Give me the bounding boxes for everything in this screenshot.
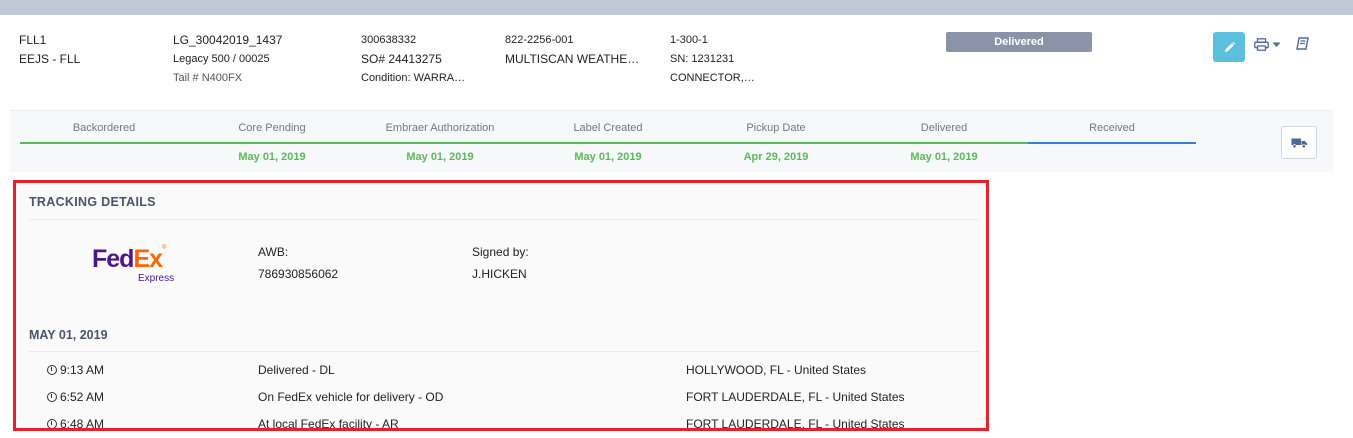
condition: Condition: WARRA…	[361, 72, 466, 84]
event-description: On FedEx vehicle for delivery - OD	[258, 390, 444, 404]
order-reference: LG_30042019_1437 Legacy 500 / 00025 Tail…	[173, 31, 282, 88]
po-number: 300638332	[361, 34, 417, 46]
order-part: 822-2256-001 MULTISCAN WEATHE…	[505, 31, 639, 69]
alt-description: CONNECTOR,…	[670, 72, 755, 84]
station-code: FLL1	[19, 33, 47, 47]
so-number: SO# 24413275	[361, 52, 442, 66]
step-label: Delivered	[920, 122, 968, 134]
step-label: Pickup Date	[746, 122, 806, 134]
event-time: 6:48 AM	[47, 417, 104, 428]
reference-number: LG_30042019_1437	[173, 33, 283, 47]
top-bar	[0, 0, 1353, 15]
tracking-event-row: 9:13 AM Delivered - DL HOLLYWOOD, FL - U…	[16, 363, 986, 389]
part-number: 822-2256-001	[505, 34, 574, 46]
book-button[interactable]	[1296, 37, 1309, 56]
event-location: HOLLYWOOD, FL - United States	[686, 363, 867, 377]
tail-number: Tail # N400FX	[173, 72, 243, 84]
signed-by-value: J.HICKEN	[472, 267, 527, 281]
step-line	[692, 142, 860, 144]
truck-icon	[1291, 138, 1307, 148]
event-location: FORT LAUDERDALE, FL - United States	[686, 390, 905, 404]
print-menu-button[interactable]	[1254, 38, 1281, 51]
order-station: FLL1 EEJS - FLL	[19, 31, 80, 69]
progress-step: Delivered May 01, 2019	[860, 111, 1028, 173]
step-line	[20, 142, 188, 144]
status-badge: Delivered	[946, 32, 1092, 52]
clock-icon	[47, 392, 57, 402]
step-line	[356, 142, 524, 144]
event-time: 6:52 AM	[47, 390, 104, 404]
event-location: FORT LAUDERDALE, FL - United States	[686, 417, 905, 431]
step-label: Embraer Authorization	[385, 122, 495, 134]
step-label: Backordered	[72, 122, 136, 134]
tracking-event-row: 6:48 AM At local FedEx facility - AR FOR…	[16, 417, 986, 431]
step-date: May 01, 2019	[406, 151, 474, 163]
event-description: Delivered - DL	[258, 363, 335, 377]
route: EEJS - FLL	[19, 52, 81, 66]
step-line	[860, 142, 1028, 144]
order-po: 300638332 SO# 24413275 Condition: WARRA…	[361, 31, 465, 88]
step-line	[524, 142, 692, 144]
alt-part-number: 1-300-1	[670, 34, 708, 46]
tracking-date-heading: MAY 01, 2019	[29, 328, 108, 342]
clock-icon	[47, 419, 57, 428]
progress-step: Embraer Authorization May 01, 2019	[356, 111, 524, 173]
step-date: Apr 29, 2019	[743, 151, 809, 163]
part-description: MULTISCAN WEATHE…	[505, 52, 640, 66]
event-time: 9:13 AM	[47, 363, 104, 377]
signed-by-label: Signed by:	[472, 245, 529, 259]
clock-icon	[47, 365, 57, 375]
order-progress-tracker: Backordered Core Pending May 01, 2019 Em…	[10, 110, 1333, 172]
divider	[29, 219, 979, 220]
progress-step: Core Pending May 01, 2019	[188, 111, 356, 173]
progress-step: Label Created May 01, 2019	[524, 111, 692, 173]
awb-label: AWB:	[258, 245, 289, 259]
tracking-title: TRACKING DETAILS	[29, 195, 156, 209]
step-label: Core Pending	[238, 122, 306, 134]
awb-number: 786930856062	[258, 267, 339, 281]
aircraft-model: Legacy 500 / 00025	[173, 53, 270, 65]
step-line	[188, 142, 356, 144]
serial-number: SN: 1231231	[670, 53, 735, 65]
step-date: May 01, 2019	[574, 151, 642, 163]
order-serial: 1-300-1 SN: 1231231 CONNECTOR,…	[670, 31, 755, 88]
step-label: Received	[1089, 122, 1135, 134]
pencil-icon	[1224, 41, 1235, 52]
caret-down-icon	[1272, 42, 1281, 47]
shipment-button[interactable]	[1281, 126, 1317, 159]
step-date: May 01, 2019	[910, 151, 978, 163]
tracking-event-row: 6:52 AM On FedEx vehicle for delivery - …	[16, 390, 986, 416]
divider	[29, 351, 979, 352]
edit-button[interactable]	[1213, 32, 1245, 62]
tracking-details-panel: TRACKING DETAILS FedEx® Express AWB: 786…	[13, 180, 989, 431]
event-description: At local FedEx facility - AR	[258, 417, 399, 431]
progress-step: Pickup Date Apr 29, 2019	[692, 111, 860, 173]
step-line	[1028, 142, 1196, 144]
order-row[interactable]: FLL1 EEJS - FLL LG_30042019_1437 Legacy …	[0, 15, 1353, 110]
printer-icon	[1254, 38, 1269, 51]
progress-step: Received	[1028, 111, 1196, 173]
fedex-logo: FedEx® Express	[92, 245, 175, 284]
book-icon	[1296, 37, 1309, 50]
progress-step: Backordered	[20, 111, 188, 173]
step-label: Label Created	[573, 122, 643, 134]
step-date: May 01, 2019	[238, 151, 306, 163]
